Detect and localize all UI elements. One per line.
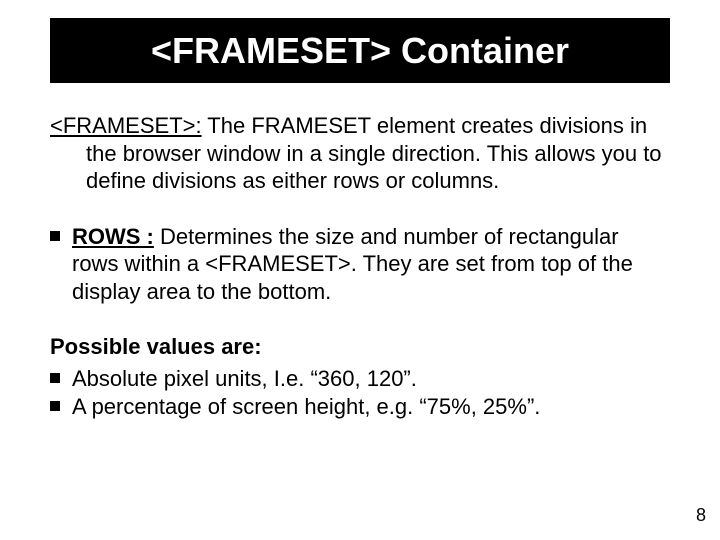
paragraph-rows: ROWS : Determines the size and number of… — [50, 223, 670, 306]
bullet-square-icon — [50, 231, 60, 241]
page-number: 8 — [696, 505, 706, 526]
paragraph-frameset: <FRAMESET>: The FRAMESET element creates… — [50, 112, 670, 195]
bullet-square-icon — [50, 373, 60, 383]
slide-body: <FRAMESET>: The FRAMESET element creates… — [50, 112, 670, 450]
list-item: Absolute pixel units, I.e. “360, 120”. — [50, 365, 670, 394]
title-bar: <FRAMESET> Container — [50, 18, 670, 83]
possible-values: Possible values are: Absolute pixel unit… — [50, 333, 670, 422]
rows-lead: ROWS : — [72, 224, 154, 249]
list-item-text: Absolute pixel units, I.e. “360, 120”. — [72, 365, 417, 394]
slide-title: <FRAMESET> Container — [151, 30, 569, 72]
list-item: A percentage of screen height, e.g. “75%… — [50, 393, 670, 422]
list-item-text: A percentage of screen height, e.g. “75%… — [72, 393, 540, 422]
rows-text: Determines the size and number of rectan… — [72, 224, 633, 304]
bullet-square-icon — [50, 401, 60, 411]
slide: <FRAMESET> Container <FRAMESET>: The FRA… — [0, 0, 720, 540]
possible-values-head: Possible values are: — [50, 333, 670, 361]
frameset-lead: <FRAMESET>: — [50, 113, 202, 138]
